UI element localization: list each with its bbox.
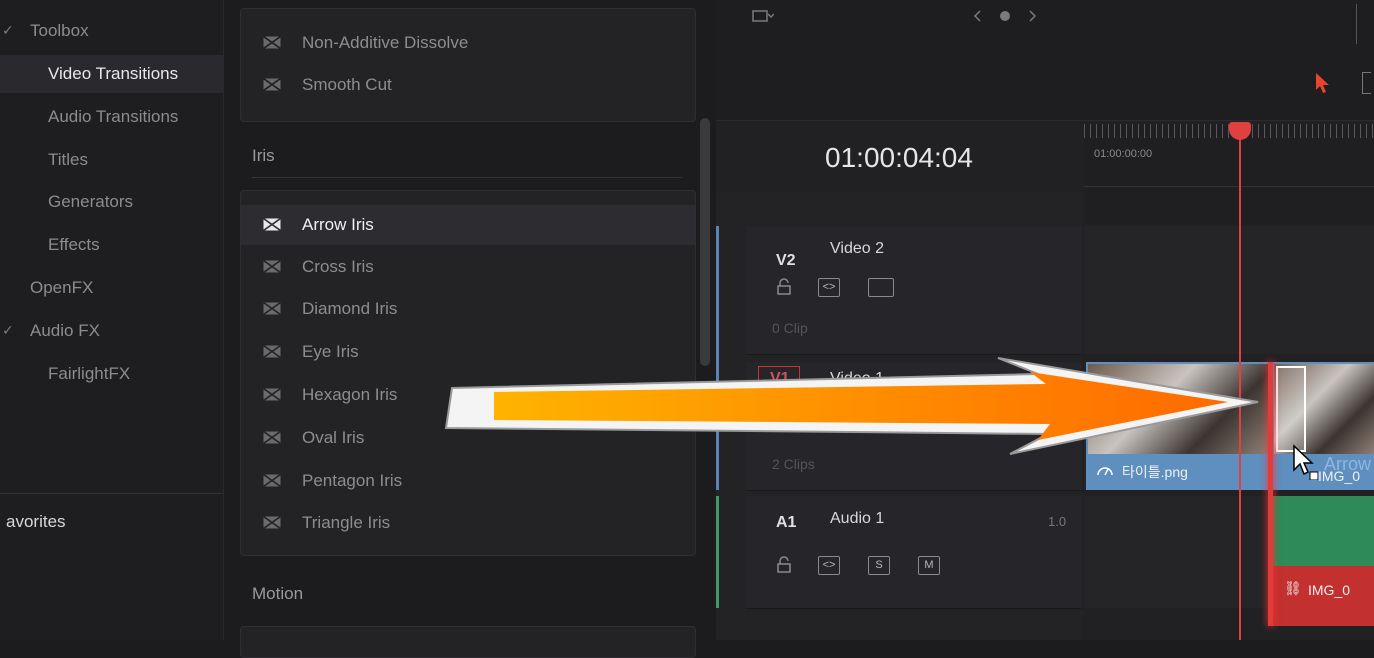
audio-level: 1.0 xyxy=(1048,514,1067,529)
transition-icon xyxy=(263,388,281,401)
fx-item-label: Cross Iris xyxy=(302,257,374,276)
transition-icon xyxy=(263,431,281,444)
sidebar-item-effects[interactable]: Effects xyxy=(0,226,223,264)
sidebar-item-label: OpenFX xyxy=(30,278,94,297)
transition-icon xyxy=(263,218,281,231)
timecode-display[interactable]: 01:00:04:04 xyxy=(716,124,1082,192)
sidebar-item-audio-fx[interactable]: ✓ Audio FX xyxy=(0,312,223,350)
sidebar-item-label: Audio FX xyxy=(30,321,100,340)
mute-button[interactable]: M xyxy=(918,556,940,575)
sidebar-item-label: FairlightFX xyxy=(48,364,131,383)
track-id: V2 xyxy=(776,252,796,269)
cursor-icon xyxy=(1293,444,1318,480)
lock-icon[interactable] xyxy=(776,556,792,573)
sidebar-item-video-transitions[interactable]: Video Transitions xyxy=(0,55,223,93)
sidebar-divider xyxy=(0,493,223,494)
dissolve-group: Non-Additive Dissolve Smooth Cut xyxy=(240,8,696,122)
transition-block[interactable] xyxy=(1276,366,1306,452)
sidebar-item-fairlightfx[interactable]: FairlightFX xyxy=(0,355,223,393)
fx-item-label: Arrow Iris xyxy=(302,215,374,234)
section-header-motion: Motion xyxy=(252,584,304,603)
sidebar-item-label: Toolbox xyxy=(30,21,89,40)
link-icon: ⛓ xyxy=(1284,580,1302,596)
sidebar-item-label: Audio Transitions xyxy=(48,107,179,126)
toolbar-divider xyxy=(1356,4,1357,44)
fx-item-diamond-iris[interactable]: Diamond Iris xyxy=(241,289,695,329)
fx-item-label: Oval Iris xyxy=(302,428,365,447)
track-lane-v2[interactable] xyxy=(1084,226,1374,354)
transition-icon xyxy=(263,260,281,273)
fx-item-triangle-iris[interactable]: Triangle Iris xyxy=(241,503,695,543)
sidebar-item-label: Video Transitions xyxy=(48,64,179,83)
audio-clip-img[interactable]: ⛓ IMG_0 xyxy=(1272,496,1374,626)
ruler-timecode: 01:00:00:00 xyxy=(1094,148,1153,160)
track-enable-icon[interactable] xyxy=(868,278,894,297)
fx-item-arrow-iris[interactable]: Arrow Iris xyxy=(241,205,695,245)
transition-icon xyxy=(263,36,281,49)
clip-count: 0 Clip xyxy=(772,320,808,336)
audio-track-color-bar xyxy=(716,496,719,608)
track-lane-spacer xyxy=(1084,188,1374,224)
sidebar-item-titles[interactable]: Titles xyxy=(0,141,223,179)
fx-item-label: Triangle Iris xyxy=(302,513,391,532)
speed-icon xyxy=(1097,467,1113,476)
fx-item-smooth-cut[interactable]: Smooth Cut xyxy=(241,65,695,105)
fx-item-label: Diamond Iris xyxy=(302,299,398,318)
annotation-arrow-icon xyxy=(444,357,1259,455)
selection-tool-icon[interactable] xyxy=(1314,72,1332,94)
effects-list-scrollbar[interactable] xyxy=(700,118,710,366)
sidebar-item-label: Effects xyxy=(48,235,100,254)
sidebar-item-openfx[interactable]: OpenFX xyxy=(0,269,223,307)
auto-select-icon[interactable]: <> xyxy=(818,556,840,575)
clip-name: 타이틀.png xyxy=(1122,464,1188,480)
fx-item-label: Smooth Cut xyxy=(302,75,392,94)
transition-icon xyxy=(263,345,281,358)
chevron-down-icon: ✓ xyxy=(2,322,14,338)
fx-item-cross-iris[interactable]: Cross Iris xyxy=(241,247,695,287)
sidebar-item-label: Titles xyxy=(48,150,88,169)
section-divider xyxy=(252,177,682,178)
fx-item-label: Non-Additive Dissolve xyxy=(302,33,469,52)
track-name[interactable]: Video 2 xyxy=(830,240,884,258)
sidebar-item-toolbox[interactable]: ✓ Toolbox xyxy=(0,12,223,50)
sidebar-item-generators[interactable]: Generators xyxy=(0,183,223,221)
fx-item-non-additive-dissolve[interactable]: Non-Additive Dissolve xyxy=(241,23,695,63)
clip-name: IMG_0 xyxy=(1318,468,1361,484)
sidebar-item-audio-transitions[interactable]: Audio Transitions xyxy=(0,98,223,136)
effects-library-sidebar: ✓ Toolbox Video Transitions Audio Transi… xyxy=(0,0,224,640)
timeline-nav-icon[interactable] xyxy=(972,8,1038,24)
track-header-a1[interactable] xyxy=(746,496,1082,609)
track-name[interactable]: Audio 1 xyxy=(830,510,884,528)
chevron-down-icon: ✓ xyxy=(2,22,14,38)
sidebar-item-favorites[interactable]: avorites xyxy=(0,503,223,541)
trim-tool-icon[interactable] xyxy=(1362,72,1371,94)
view-options-icon[interactable] xyxy=(752,10,774,24)
transition-icon xyxy=(263,78,281,91)
sidebar-item-label: avorites xyxy=(6,512,66,531)
video-clip-img[interactable]: Arrow IMG_0 xyxy=(1270,362,1374,490)
fx-item-label: Pentagon Iris xyxy=(302,471,403,490)
transition-icon xyxy=(263,474,281,487)
clip-name: IMG_0 xyxy=(1308,582,1351,598)
fx-item-label: Hexagon Iris xyxy=(302,385,398,404)
fx-item-pentagon-iris[interactable]: Pentagon Iris xyxy=(241,461,695,501)
sidebar-item-label: Generators xyxy=(48,192,134,211)
track-id: A1 xyxy=(776,514,797,531)
auto-select-icon[interactable]: <> xyxy=(818,278,840,297)
transition-icon xyxy=(263,516,281,529)
fx-item-label: Eye Iris xyxy=(302,342,359,361)
solo-button[interactable]: S xyxy=(868,556,890,575)
motion-group xyxy=(240,626,696,658)
transition-icon xyxy=(263,302,281,315)
section-header-iris: Iris xyxy=(252,146,275,165)
lock-icon[interactable] xyxy=(776,278,792,295)
timeline-toolbar xyxy=(716,0,1374,121)
